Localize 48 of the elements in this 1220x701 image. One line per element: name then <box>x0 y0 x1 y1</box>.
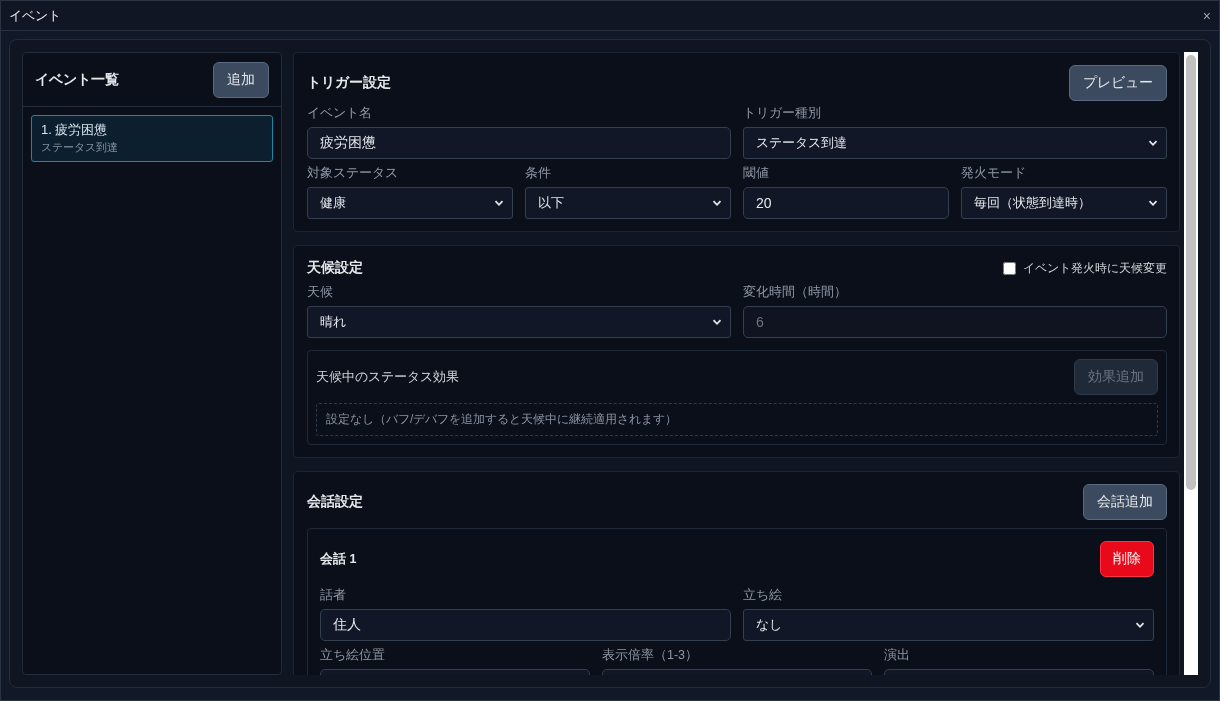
section-title: 天候設定 <box>307 259 363 277</box>
field-label: 表示倍率（1-3） <box>602 647 700 664</box>
panel-title: イベント一覧 <box>35 70 119 89</box>
window-title: イベント <box>9 6 61 25</box>
field-label: イベント名 <box>307 105 373 122</box>
checkbox[interactable] <box>1003 261 1016 275</box>
field-label: 立ち絵 <box>743 587 783 604</box>
section-title: トリガー設定 <box>307 74 391 92</box>
input-field[interactable]: 20 <box>743 187 949 219</box>
action-button[interactable]: プレビュー <box>1069 65 1167 101</box>
event-list-item[interactable]: 1. 疲労困憊 ステータス到達 <box>31 115 273 162</box>
dropdown[interactable]: 毎回（状態到達時） <box>961 187 1167 219</box>
dropdown[interactable]: なし <box>743 609 1154 641</box>
scrollbar-thumb[interactable] <box>1186 55 1196 490</box>
chevron-down-icon <box>1135 620 1145 630</box>
event-trigger-type: ステータス到達 <box>41 140 119 155</box>
empty-state-text: 設定なし（バフ/デバフを追加すると天候中に継続適用されます） <box>316 403 1158 436</box>
field-label: 閾値 <box>743 165 770 182</box>
chevron-down-icon <box>1148 198 1158 208</box>
panel-title: 天候中のステータス効果 <box>316 368 459 386</box>
dropdown[interactable]: ステータス到達 <box>743 127 1167 159</box>
field-label: 演出 <box>884 647 911 664</box>
field-label: トリガー種別 <box>743 105 822 122</box>
delete-button[interactable]: 削除 <box>1100 541 1154 577</box>
input-field[interactable]: 住人 <box>320 609 731 641</box>
field-label: 発火モード <box>961 165 1027 182</box>
action-button[interactable]: 会話追加 <box>1083 484 1167 520</box>
close-button[interactable]: × <box>1200 7 1213 24</box>
checkbox-label: イベント発火時に天候変更 <box>1023 259 1167 277</box>
chevron-down-icon <box>494 198 504 208</box>
field-label: 対象ステータス <box>307 165 399 182</box>
dropdown[interactable]: 以下 <box>525 187 731 219</box>
chevron-down-icon <box>712 317 722 327</box>
input-field[interactable]: 疲労困憊 <box>307 127 731 159</box>
field-label: 変化時間（時間） <box>743 284 848 301</box>
scrollbar[interactable] <box>1184 52 1198 675</box>
field-label: 天候 <box>307 284 334 301</box>
field-label: 話者 <box>320 587 347 604</box>
chevron-down-icon <box>1148 138 1158 148</box>
section-title: 会話設定 <box>307 493 363 511</box>
field-label: 立ち絵位置 <box>320 647 386 664</box>
chevron-down-icon <box>712 198 722 208</box>
event-name: 1. 疲労困憊 <box>41 121 109 139</box>
entry-title: 会話 1 <box>320 550 357 568</box>
dropdown[interactable]: 晴れ <box>307 306 731 338</box>
dropdown[interactable]: 健康 <box>307 187 513 219</box>
field-label: 条件 <box>525 165 552 182</box>
add-button[interactable]: 追加 <box>213 61 269 98</box>
